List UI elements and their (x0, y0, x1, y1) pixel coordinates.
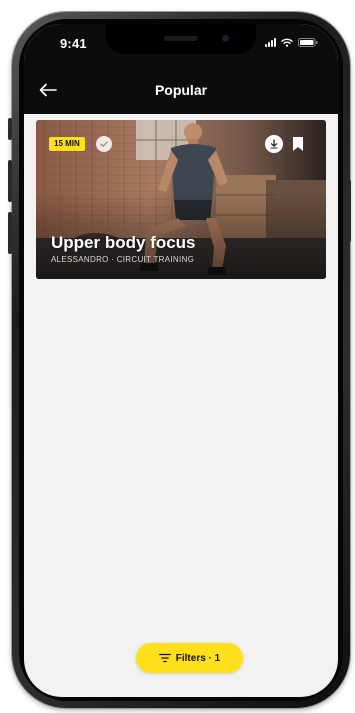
phone-volume-up (8, 160, 12, 202)
phone-side-button (8, 118, 12, 140)
top-nav-bar: Popular (24, 68, 338, 114)
notch (106, 24, 256, 54)
app-screen: 9:41 Popular 15 MIN Upper body focus ALE… (24, 24, 338, 697)
front-camera (222, 35, 229, 42)
speaker (164, 36, 198, 41)
filters-button[interactable]: Filters · 1 (136, 643, 243, 673)
status-time: 9:41 (60, 36, 87, 51)
workout-title: Upper body focus (51, 233, 196, 252)
status-icons (265, 38, 318, 47)
download-button[interactable] (265, 135, 283, 153)
phone-power-button (347, 180, 351, 242)
signal-bars-icon (265, 38, 276, 47)
download-icon (270, 139, 278, 149)
phone-volume-down (8, 212, 12, 254)
battery-icon (298, 38, 318, 47)
filters-label: Filters · 1 (175, 652, 221, 664)
bookmark-icon (293, 137, 303, 151)
wifi-icon (281, 38, 293, 47)
filter-lines-icon (158, 653, 171, 663)
status-bar: 9:41 (24, 24, 338, 68)
duration-badge: 15 MIN (49, 137, 85, 151)
workout-subtitle: ALESSANDRO · CIRCUIT TRAINING (51, 255, 195, 264)
bookmark-button[interactable] (290, 134, 306, 154)
check-circle-icon (96, 136, 112, 152)
workout-card[interactable]: 15 MIN Upper body focus ALESSANDRO · CIR… (36, 120, 326, 279)
page-title: Popular (154, 82, 208, 98)
